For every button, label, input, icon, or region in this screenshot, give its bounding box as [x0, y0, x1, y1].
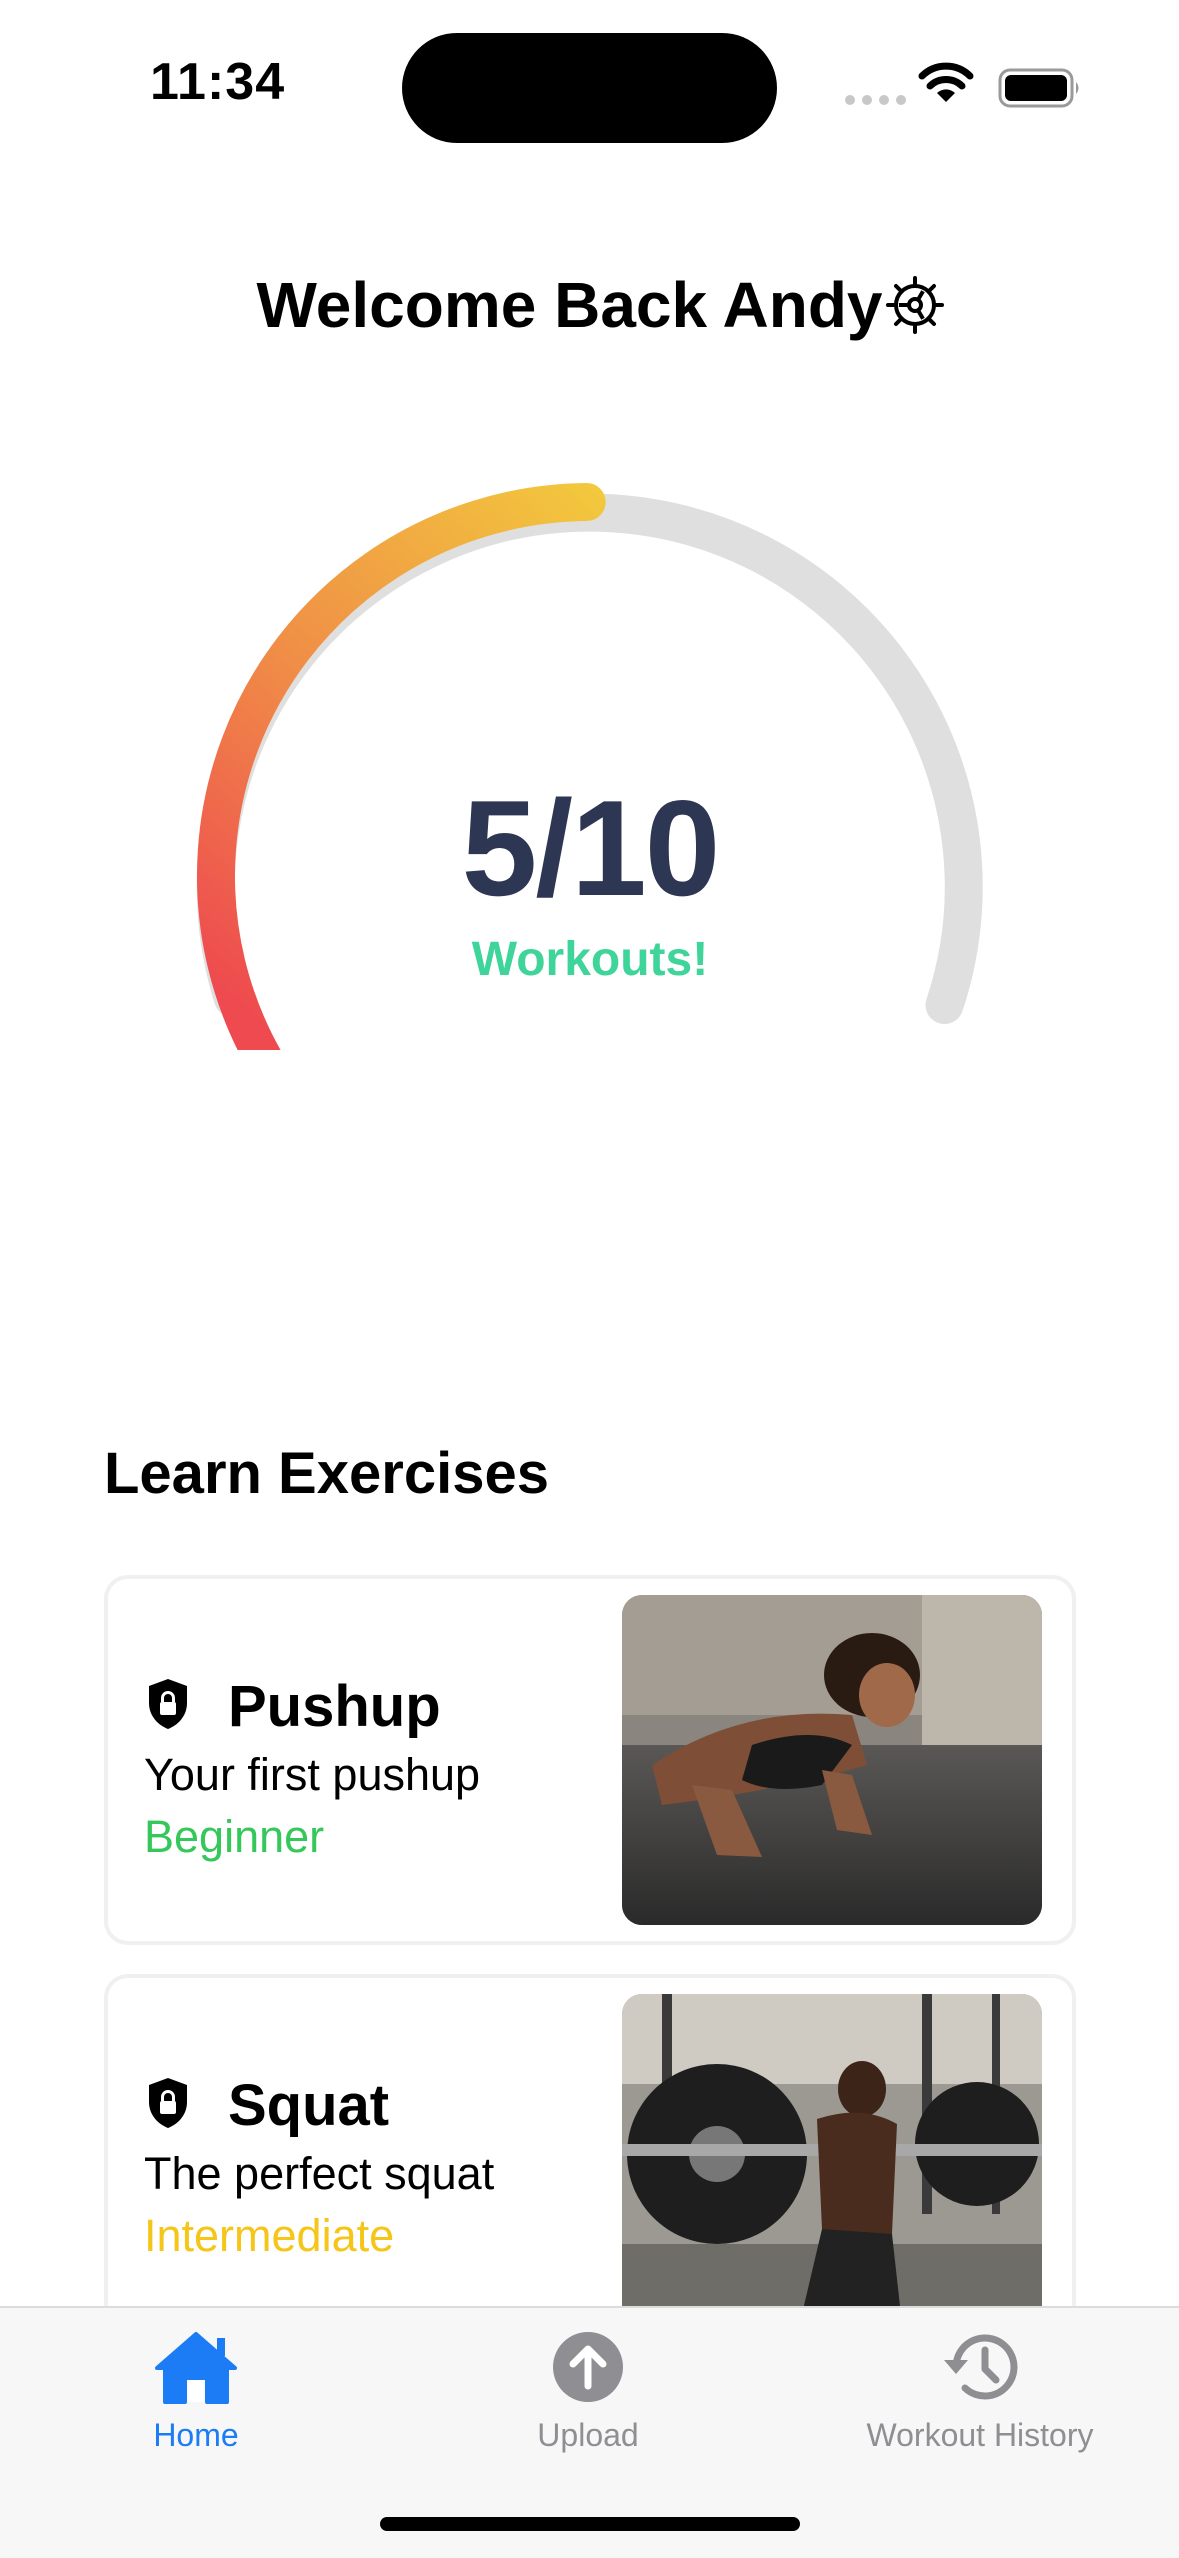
battery-icon	[998, 68, 1079, 108]
cellular-signal-icon	[845, 95, 906, 105]
workout-count-label: Workouts!	[471, 933, 709, 986]
section-title-learn-exercises: Learn Exercises	[104, 1441, 549, 1506]
home-indicator[interactable]	[380, 2517, 800, 2531]
tab-home[interactable]: Home	[46, 2328, 346, 2454]
exercise-title: Squat	[228, 2073, 390, 2138]
workout-count: 5/10	[461, 772, 721, 924]
history-clock-icon	[944, 2334, 1018, 2400]
exercise-level: Beginner	[144, 1811, 325, 1862]
exercise-level: Intermediate	[144, 2210, 395, 2261]
tab-upload[interactable]: Upload	[438, 2328, 738, 2454]
tab-workout-history[interactable]: Workout History	[830, 2328, 1130, 2454]
tab-label: Workout History	[866, 2417, 1094, 2453]
dynamic-island	[402, 33, 777, 143]
exercise-card-pushup[interactable]: Pushup Your first pushup Beginner	[104, 1575, 1076, 1945]
shield-lock-icon	[149, 2078, 187, 2128]
exercise-subtitle: Your first pushup	[144, 1749, 481, 1800]
wifi-icon	[918, 62, 974, 102]
upload-arrow-icon	[553, 2332, 623, 2402]
exercise-title: Pushup	[228, 1674, 441, 1739]
tab-label: Home	[153, 2417, 239, 2453]
squat-photo	[622, 1994, 1042, 2354]
exercise-subtitle: The perfect squat	[144, 2148, 495, 2199]
shield-lock-icon	[149, 1679, 187, 1729]
status-time: 11:34	[150, 53, 286, 111]
pushup-photo	[622, 1595, 1042, 1925]
page-title: Welcome Back Andy	[256, 269, 883, 341]
gear-icon[interactable]	[884, 274, 946, 336]
house-icon	[155, 2332, 237, 2404]
tab-label: Upload	[537, 2417, 639, 2453]
